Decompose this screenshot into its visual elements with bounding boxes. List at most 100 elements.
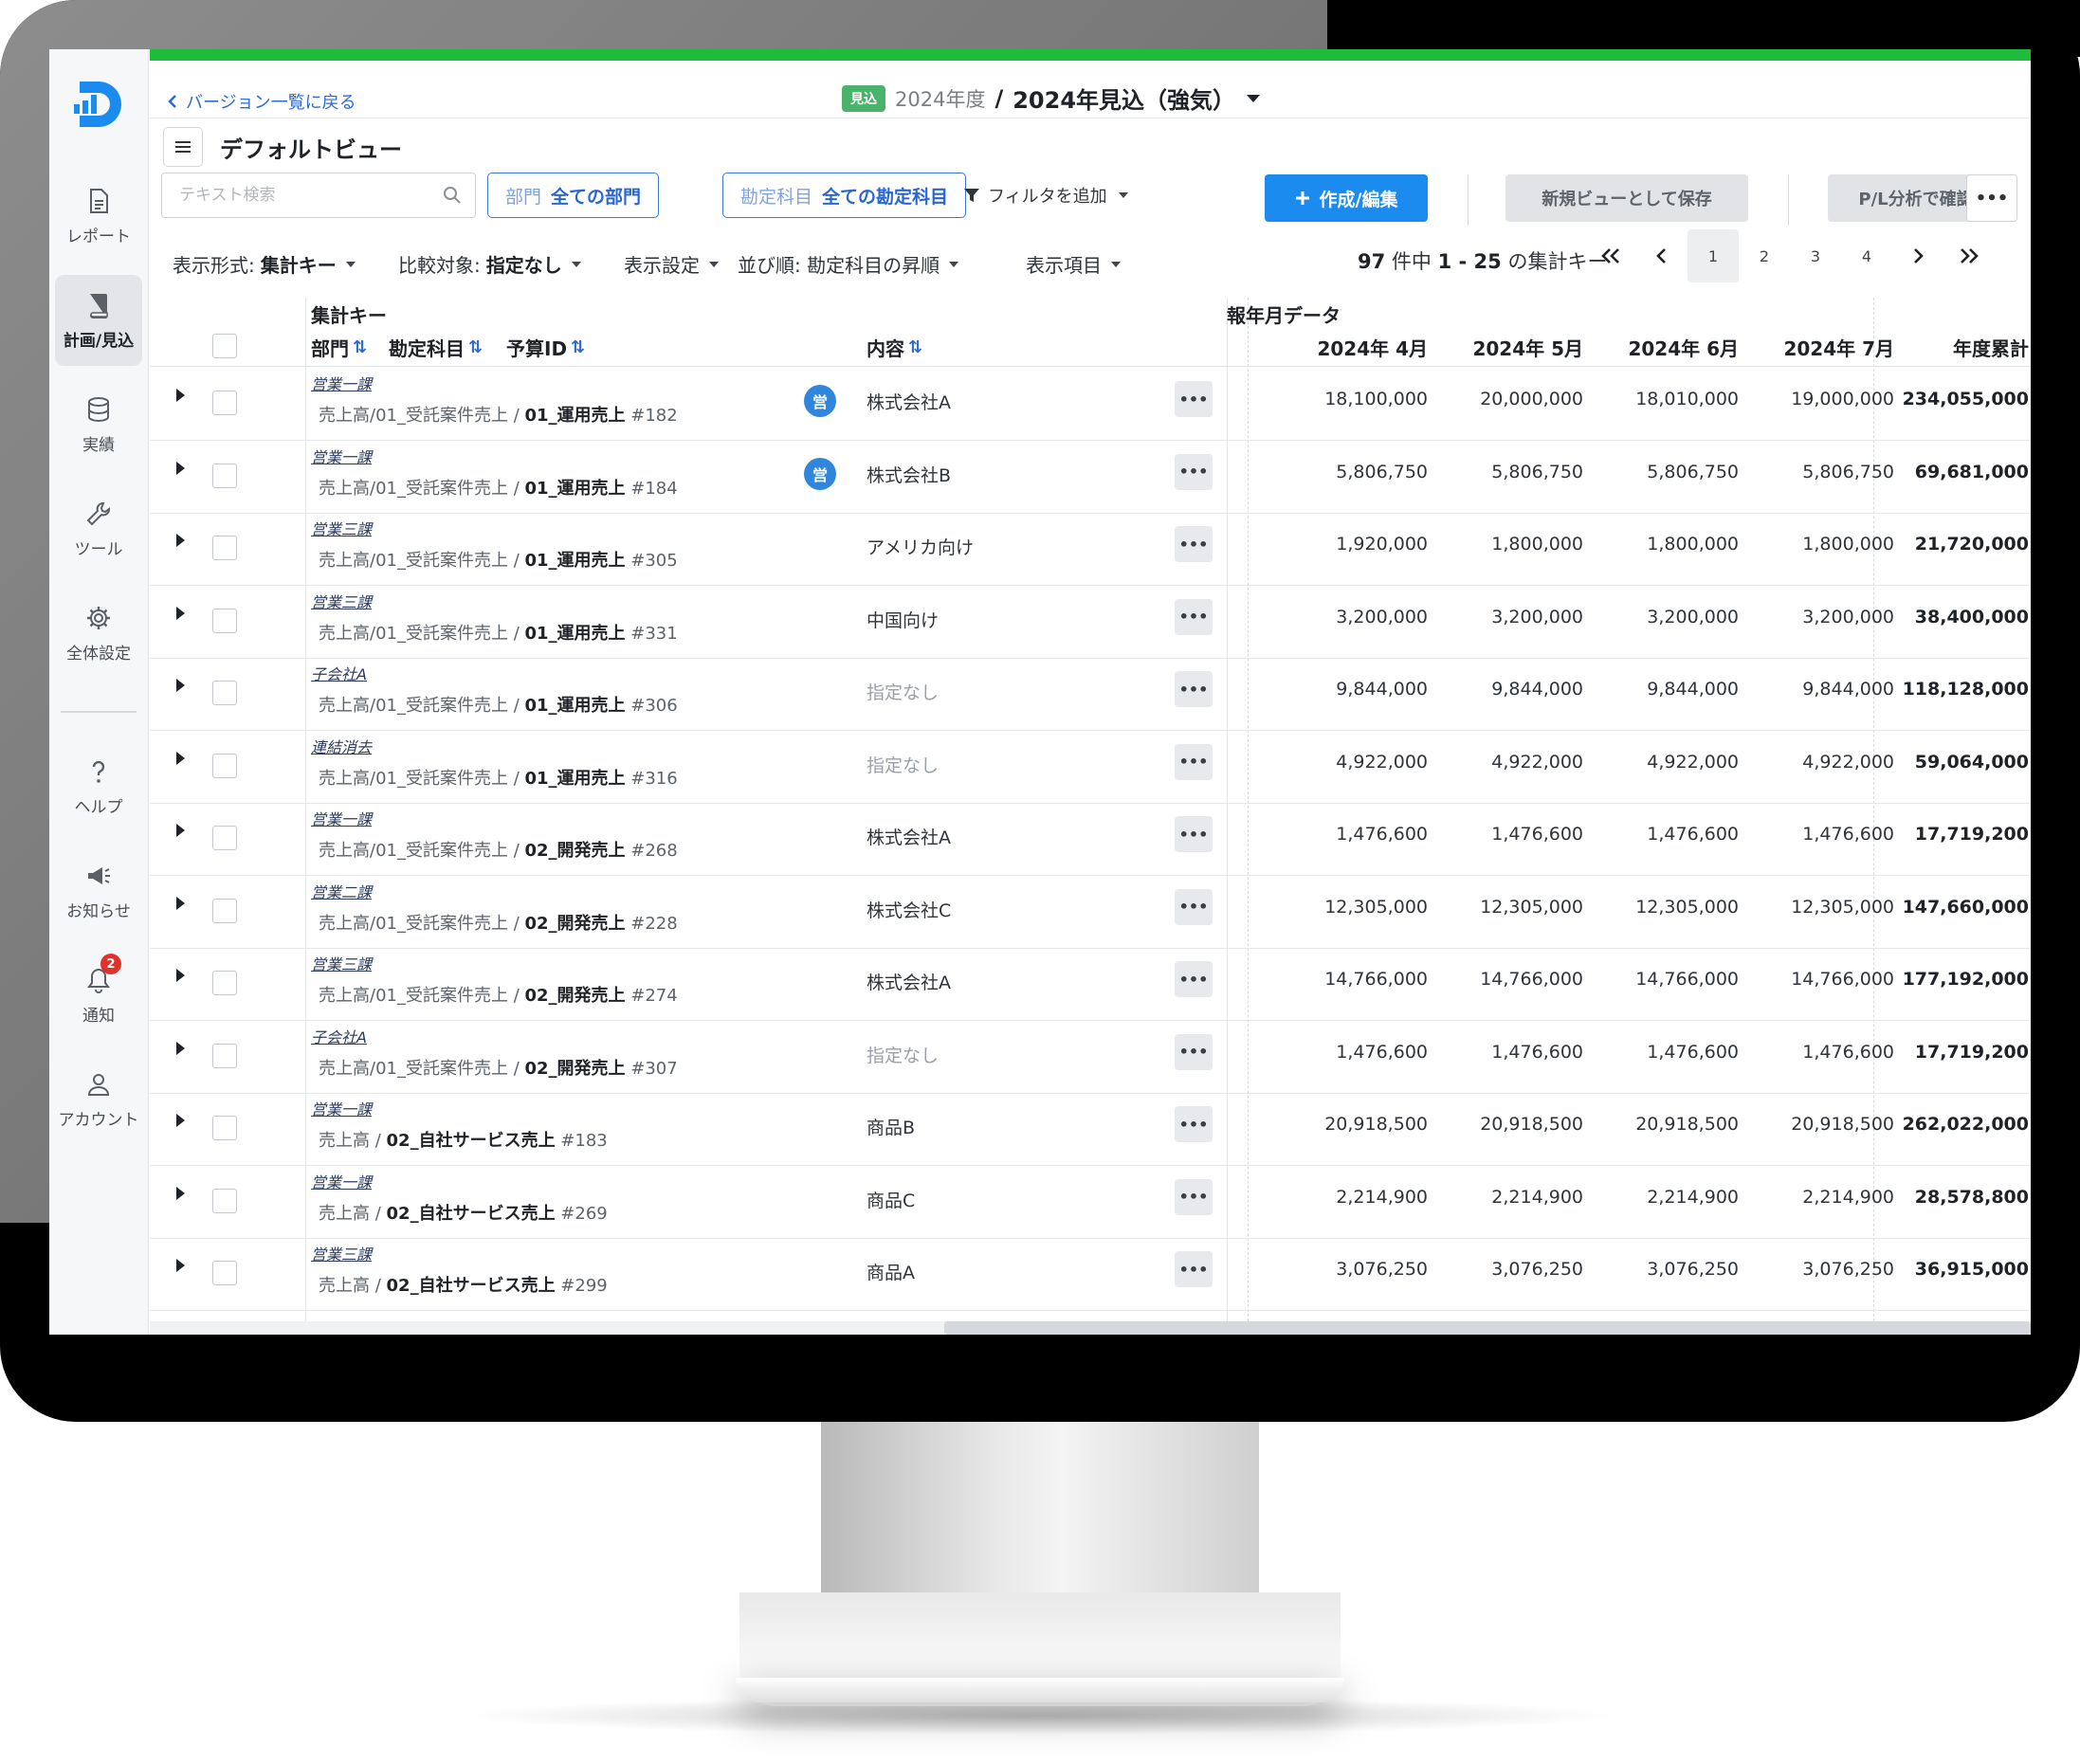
- version-selector[interactable]: 見込 2024年度 / 2024年見込（強気）: [842, 82, 1262, 115]
- column-header-month[interactable]: 2024年 6月: [1596, 334, 1739, 361]
- column-header-budget-id[interactable]: 予算ID ⇅: [506, 334, 585, 361]
- table-row[interactable]: 営業三課 売上高/01_受託案件売上 / 02_開発売上 #274 株式会社A •••…: [150, 948, 2031, 1021]
- expand-row-icon[interactable]: [176, 1186, 185, 1200]
- row-more-button[interactable]: •••: [1175, 961, 1213, 997]
- row-department[interactable]: 営業三課: [311, 1242, 372, 1264]
- column-header-total[interactable]: 年度累計: [1885, 334, 2029, 361]
- expand-row-icon[interactable]: [176, 461, 185, 475]
- column-header-month[interactable]: 2024年 5月: [1441, 334, 1583, 361]
- back-to-versions-link[interactable]: バージョン一覧に戻る: [167, 89, 356, 114]
- table-row[interactable]: 営業一課 売上高/01_受託案件売上 / 02_開発売上 #268 株式会社A •••…: [150, 803, 2031, 876]
- page-button-1[interactable]: 1: [1688, 229, 1739, 282]
- expand-row-icon[interactable]: [176, 969, 185, 982]
- row-department[interactable]: 営業一課: [311, 1097, 372, 1119]
- nav-global-settings[interactable]: 全体設定: [55, 588, 142, 679]
- row-checkbox[interactable]: [212, 681, 237, 705]
- expand-row-icon[interactable]: [176, 1041, 185, 1055]
- search-field[interactable]: [161, 173, 476, 218]
- expand-row-icon[interactable]: [176, 824, 185, 837]
- row-checkbox[interactable]: [212, 1261, 237, 1285]
- table-row[interactable]: 子会社A 売上高/01_受託案件売上 / 02_開発売上 #307 指定なし ••• 1…: [150, 1021, 2031, 1094]
- row-department[interactable]: 営業一課: [311, 807, 372, 829]
- column-header-dept[interactable]: 部門 ⇅: [311, 334, 367, 361]
- row-department[interactable]: 連結消去: [311, 735, 372, 757]
- row-checkbox[interactable]: [212, 463, 237, 488]
- search-input[interactable]: [162, 173, 437, 217]
- expand-row-icon[interactable]: [176, 606, 185, 620]
- table-row[interactable]: 子会社A 売上高/01_受託案件売上 / 01_運用売上 #306 指定なし ••• 9…: [150, 658, 2031, 731]
- row-checkbox[interactable]: [212, 1188, 237, 1213]
- nav-plan-forecast[interactable]: 計画/見込: [55, 275, 142, 366]
- table-row[interactable]: 営業一課 売上高 / 02_自社サービス売上 #183 商品B ••• 20,918,5…: [150, 1093, 2031, 1166]
- column-header-month[interactable]: 2024年 7月: [1752, 334, 1894, 361]
- nav-notifications[interactable]: 2 通知: [55, 950, 142, 1041]
- row-department[interactable]: 営業二課: [311, 880, 372, 902]
- row-checkbox[interactable]: [212, 753, 237, 778]
- row-more-button[interactable]: •••: [1175, 1106, 1213, 1142]
- row-more-button[interactable]: •••: [1175, 816, 1213, 852]
- row-more-button[interactable]: •••: [1175, 743, 1213, 780]
- comparison-dropdown[interactable]: 比較対象: 指定なし: [398, 250, 581, 278]
- row-checkbox[interactable]: [212, 826, 237, 850]
- page-button-2[interactable]: 2: [1739, 229, 1790, 282]
- table-row[interactable]: 営業一課 売上高/01_受託案件売上 / 01_運用売上 #184 営 株式会社B ••…: [150, 441, 2031, 514]
- table-row[interactable]: 営業三課 売上高/01_受託案件売上 / 01_運用売上 #331 中国向け ••• 3…: [150, 586, 2031, 659]
- nav-actuals[interactable]: 実績: [55, 379, 142, 470]
- sort-order-dropdown[interactable]: 並び順: 勘定科目の昇順: [738, 250, 959, 278]
- expand-row-icon[interactable]: [176, 1259, 185, 1272]
- row-department[interactable]: 営業三課: [311, 590, 372, 612]
- row-department[interactable]: 子会社A: [311, 662, 367, 684]
- view-menu-button[interactable]: [163, 127, 203, 167]
- page-button-4[interactable]: 4: [1841, 229, 1892, 282]
- save-as-new-view-button[interactable]: 新規ビューとして保存: [1505, 174, 1748, 222]
- expand-row-icon[interactable]: [176, 389, 185, 402]
- row-checkbox[interactable]: [212, 971, 237, 995]
- row-more-button[interactable]: •••: [1175, 453, 1213, 490]
- expand-row-icon[interactable]: [176, 751, 185, 765]
- row-more-button[interactable]: •••: [1175, 888, 1213, 925]
- table-row[interactable]: 営業二課 売上高/01_受託案件売上 / 02_開発売上 #228 株式会社C •••…: [150, 876, 2031, 949]
- display-format-dropdown[interactable]: 表示形式: 集計キー: [173, 250, 356, 278]
- row-more-button[interactable]: •••: [1175, 1251, 1213, 1287]
- prev-page-button[interactable]: [1636, 229, 1688, 282]
- row-department[interactable]: 営業一課: [311, 372, 372, 394]
- row-checkbox[interactable]: [212, 898, 237, 923]
- row-more-button[interactable]: •••: [1175, 598, 1213, 635]
- more-actions-button[interactable]: •••: [1966, 174, 2017, 222]
- table-row[interactable]: 営業三課 売上高 / 02_自社サービス売上 #299 商品A ••• 3,076,25…: [150, 1238, 2031, 1311]
- expand-row-icon[interactable]: [176, 896, 185, 910]
- nav-account[interactable]: アカウント: [55, 1054, 142, 1145]
- table-row[interactable]: 営業一課 売上高 / 02_自社サービス売上 #269 商品C ••• 2,214,90…: [150, 1166, 2031, 1239]
- table-row[interactable]: 営業一課 売上高/01_受託案件売上 / 01_運用売上 #182 営 株式会社A ••…: [150, 368, 2031, 441]
- row-more-button[interactable]: •••: [1175, 671, 1213, 707]
- row-more-button[interactable]: •••: [1175, 1033, 1213, 1070]
- row-checkbox[interactable]: [212, 391, 237, 415]
- nav-news[interactable]: お知らせ: [55, 846, 142, 937]
- expand-row-icon[interactable]: [176, 534, 185, 547]
- expand-row-icon[interactable]: [176, 1114, 185, 1127]
- add-filter-button[interactable]: フィルタを追加: [963, 183, 1128, 208]
- row-more-button[interactable]: •••: [1175, 526, 1213, 562]
- last-page-button[interactable]: [1943, 229, 1995, 282]
- row-department[interactable]: 営業一課: [311, 445, 372, 467]
- row-department[interactable]: 営業三課: [311, 952, 372, 974]
- row-checkbox[interactable]: [212, 1116, 237, 1140]
- row-department[interactable]: 営業三課: [311, 517, 372, 539]
- row-department[interactable]: 営業一課: [311, 1170, 372, 1192]
- nav-report[interactable]: レポート: [55, 171, 142, 262]
- row-department[interactable]: 子会社A: [311, 1025, 367, 1047]
- app-logo-icon[interactable]: [70, 78, 123, 131]
- nav-help[interactable]: ヘルプ: [55, 741, 142, 832]
- expand-row-icon[interactable]: [176, 679, 185, 692]
- column-header-content[interactable]: 内容 ⇅: [867, 334, 922, 361]
- select-all-checkbox[interactable]: [212, 334, 237, 358]
- horizontal-scrollbar-thumb[interactable]: [944, 1321, 2031, 1335]
- row-more-button[interactable]: •••: [1175, 1178, 1213, 1215]
- column-header-month[interactable]: 2024年 4月: [1286, 334, 1428, 361]
- page-button-3[interactable]: 3: [1790, 229, 1841, 282]
- column-header-account[interactable]: 勘定科目 ⇅: [389, 334, 483, 361]
- caret-down-icon[interactable]: [1245, 93, 1262, 104]
- table-row[interactable]: 連結消去 売上高/01_受託案件売上 / 01_運用売上 #316 指定なし ••• 4…: [150, 731, 2031, 804]
- next-page-button[interactable]: [1892, 229, 1943, 282]
- row-checkbox[interactable]: [212, 608, 237, 633]
